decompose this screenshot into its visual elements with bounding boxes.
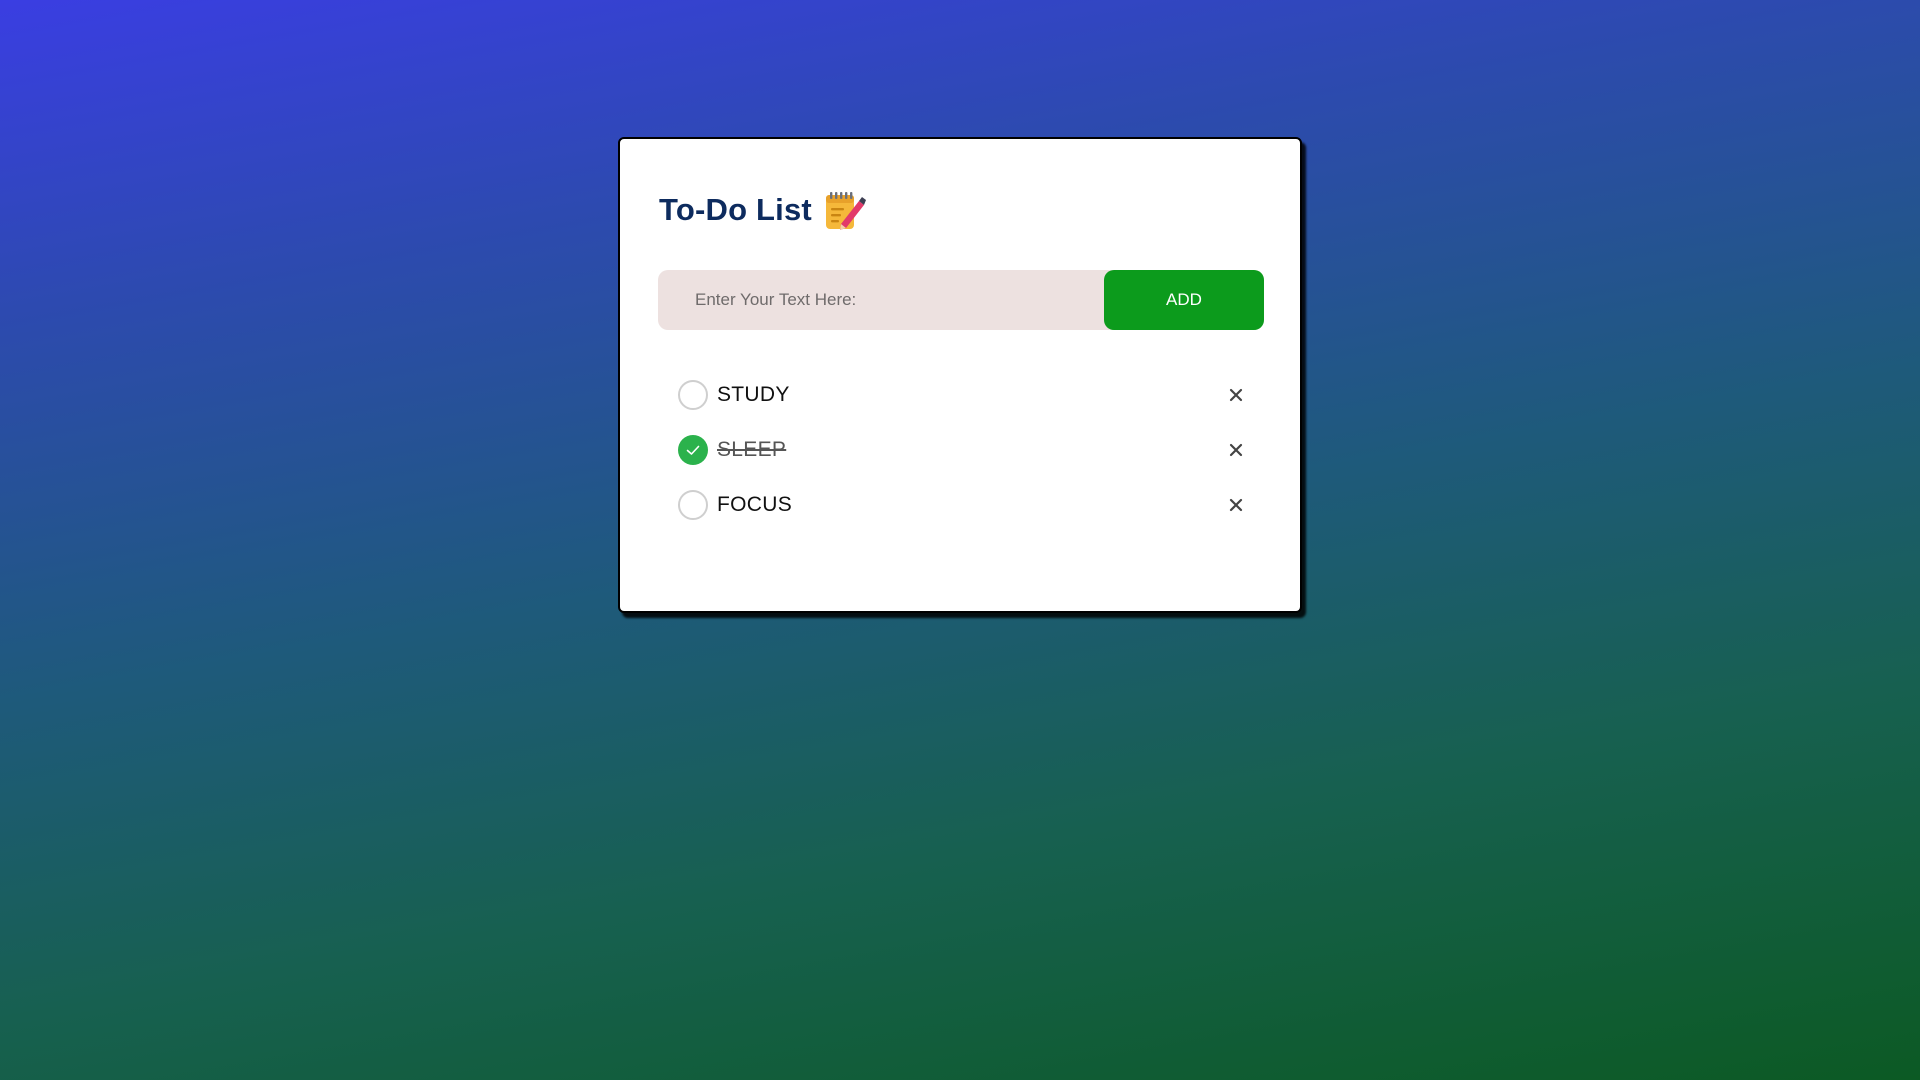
task-input-row: ADD: [658, 270, 1264, 330]
unchecked-circle-icon[interactable]: [678, 489, 708, 520]
add-button[interactable]: ADD: [1104, 270, 1264, 330]
close-icon[interactable]: [1222, 491, 1250, 519]
checked-circle-icon[interactable]: [678, 434, 708, 465]
list-item[interactable]: STUDY: [678, 367, 1248, 422]
page-title: To-Do List: [659, 192, 812, 227]
close-icon[interactable]: [1222, 436, 1250, 464]
header: To-Do List: [659, 185, 866, 235]
task-label: STUDY: [717, 382, 790, 406]
todo-card: To-Do List ADD STU: [618, 137, 1302, 613]
task-list: STUDY SLEEP FOCUS: [678, 367, 1248, 532]
notepad-pencil-icon: [822, 189, 866, 233]
task-label: FOCUS: [717, 492, 792, 516]
unchecked-circle-icon[interactable]: [678, 379, 708, 410]
list-item[interactable]: FOCUS: [678, 477, 1248, 532]
task-label: SLEEP: [717, 437, 787, 461]
list-item[interactable]: SLEEP: [678, 422, 1248, 477]
close-icon[interactable]: [1222, 381, 1250, 409]
task-input[interactable]: [658, 270, 1098, 330]
